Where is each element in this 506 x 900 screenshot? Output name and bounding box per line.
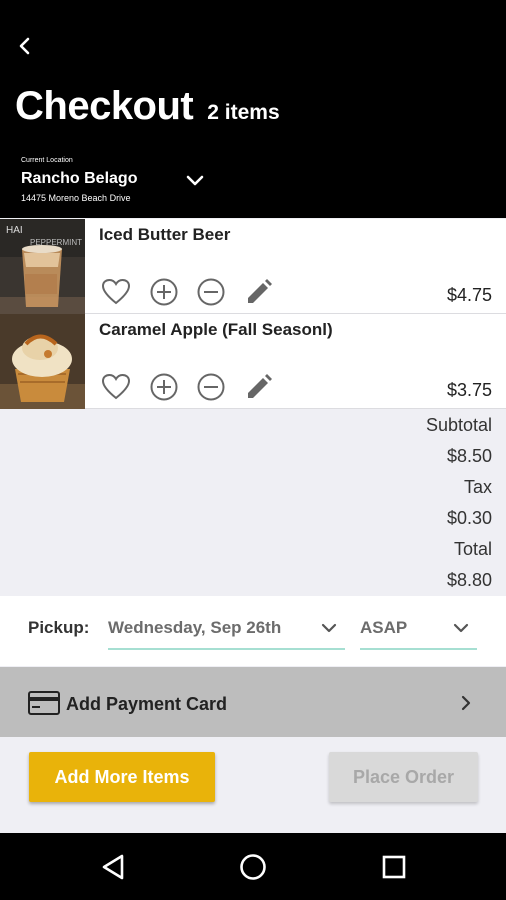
item-actions xyxy=(100,276,290,308)
pencil-icon[interactable] xyxy=(243,276,275,308)
item-price: $3.75 xyxy=(446,380,492,400)
place-order-button[interactable]: Place Order xyxy=(329,752,478,802)
item-image xyxy=(0,314,85,409)
recents-square-icon[interactable] xyxy=(378,851,410,883)
pickup-time-select[interactable]: ASAP xyxy=(360,608,477,650)
back-triangle-icon[interactable] xyxy=(98,851,130,883)
chevron-down-icon xyxy=(453,623,469,633)
item-actions xyxy=(100,371,290,403)
item-count: 2 items xyxy=(207,101,280,124)
location-name[interactable]: Rancho Belago xyxy=(21,170,137,188)
pickup-label: Pickup: xyxy=(28,618,90,637)
item-price: $4.75 xyxy=(446,285,492,305)
action-bar: Add More Items Place Order xyxy=(0,738,506,833)
back-arrow-icon[interactable] xyxy=(12,32,40,60)
total-value: $8.80 xyxy=(446,570,492,590)
subtotal-value: $8.50 xyxy=(446,446,492,466)
pickup-date-select[interactable]: Wednesday, Sep 26th xyxy=(108,608,345,650)
header: Checkout 2 items Current Location Rancho… xyxy=(0,0,506,218)
minus-circle-icon[interactable] xyxy=(195,276,227,308)
pickup-date-value: Wednesday, Sep 26th xyxy=(108,618,282,637)
pickup-row: Pickup: Wednesday, Sep 26th ASAP xyxy=(0,596,506,666)
tax-value: $0.30 xyxy=(446,508,492,528)
cart-item: HAI PEPPERMINT Iced Butter Beer $4.75 xyxy=(0,219,506,314)
pencil-icon[interactable] xyxy=(243,371,275,403)
location-address: 14475 Moreno Beach Drive xyxy=(21,193,131,203)
chevron-down-icon xyxy=(321,623,337,633)
chevron-down-icon[interactable] xyxy=(182,168,208,194)
plus-circle-icon[interactable] xyxy=(148,371,180,403)
add-payment-card-label: Add Payment Card xyxy=(66,694,228,714)
svg-text:HAI: HAI xyxy=(6,225,23,236)
location-caption: Current Location xyxy=(21,157,73,164)
heart-outline-icon[interactable] xyxy=(100,371,132,403)
total-label: Total xyxy=(453,539,492,559)
cart-item: Caramel Apple (Fall Seasonl) $3.75 xyxy=(0,314,506,409)
subtotal-label: Subtotal xyxy=(425,415,492,435)
add-payment-card-row[interactable]: Add Payment Card xyxy=(0,667,506,737)
tax-label: Tax xyxy=(463,477,492,497)
item-name: Caramel Apple (Fall Seasonl) xyxy=(99,320,333,339)
system-nav-bar xyxy=(0,833,506,900)
heart-outline-icon[interactable] xyxy=(100,276,132,308)
credit-card-icon xyxy=(28,691,60,715)
add-more-items-button[interactable]: Add More Items xyxy=(29,752,215,802)
item-name: Iced Butter Beer xyxy=(99,225,231,244)
title-row: Checkout 2 items xyxy=(15,84,280,129)
minus-circle-icon[interactable] xyxy=(195,371,227,403)
page-title: Checkout xyxy=(15,84,194,128)
chevron-right-icon xyxy=(461,695,471,711)
plus-circle-icon[interactable] xyxy=(148,276,180,308)
item-image: HAI PEPPERMINT xyxy=(0,219,85,314)
pickup-time-value: ASAP xyxy=(360,618,408,637)
order-totals: Subtotal $8.50 Tax $0.30 Total $8.80 xyxy=(426,412,492,598)
home-circle-icon[interactable] xyxy=(237,851,269,883)
